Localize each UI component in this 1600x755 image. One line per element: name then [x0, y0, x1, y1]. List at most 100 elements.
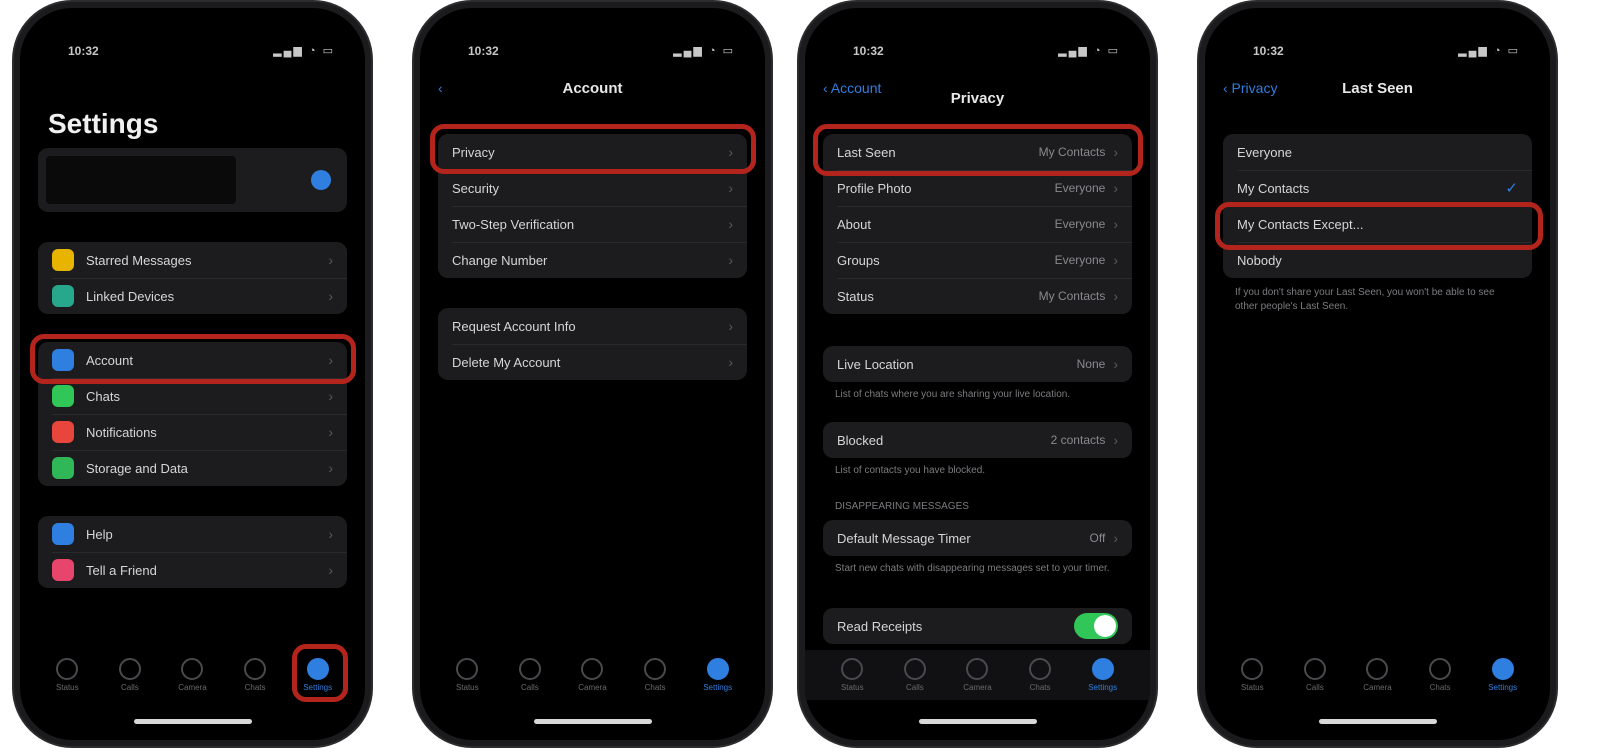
chat-bubble-icon [1429, 658, 1452, 680]
tab-settings[interactable]: Settings [702, 657, 734, 693]
gear-icon [706, 658, 729, 680]
privacy-group-live-location: Live Location None › [823, 346, 1132, 382]
chevron-right-icon: › [1113, 180, 1118, 196]
chevron-right-icon: › [328, 288, 333, 304]
chevron-right-icon: › [1113, 216, 1118, 232]
row-value: My Contacts [1038, 289, 1106, 303]
tab-bar: Status Calls Camera Chats Settings [805, 650, 1150, 700]
tab-calls[interactable]: Calls [899, 657, 931, 693]
tab-status[interactable]: Status [51, 657, 83, 693]
row-label: Blocked [837, 432, 884, 448]
option-my-contacts[interactable]: My Contacts ✓ [1223, 170, 1532, 206]
status-icon [56, 658, 79, 680]
profile-row[interactable] [38, 148, 347, 212]
gear-icon [306, 658, 329, 680]
settings-item-notifications[interactable]: Notifications › [38, 414, 347, 450]
tab-status[interactable]: Status [1236, 657, 1268, 693]
tab-chats[interactable]: Chats [639, 657, 671, 693]
chat-bubble-icon [244, 658, 267, 680]
camera-icon [181, 658, 204, 680]
settings-item-tell-a-friend[interactable]: Tell a Friend › [38, 552, 347, 588]
settings-item-help[interactable]: Help › [38, 516, 347, 552]
privacy-item-blocked[interactable]: Blocked 2 contacts › [823, 422, 1132, 458]
tab-label: Camera [1363, 683, 1392, 692]
row-label: Request Account Info [452, 318, 576, 334]
tab-label: Camera [178, 683, 207, 692]
status-time: 10:32 [468, 44, 499, 58]
option-my-contacts-except[interactable]: My Contacts Except... [1223, 206, 1532, 242]
tab-settings[interactable]: Settings [302, 657, 334, 693]
settings-item-chats[interactable]: Chats › [38, 378, 347, 414]
blocked-footer: List of contacts you have blocked. [835, 465, 986, 476]
row-label: Change Number [452, 252, 548, 268]
tab-calls[interactable]: Calls [514, 657, 546, 693]
tab-label: Calls [521, 683, 539, 692]
settings-item-label: Tell a Friend [86, 562, 157, 578]
tab-label: Calls [121, 683, 139, 692]
privacy-item-status[interactable]: Status My Contacts › [823, 278, 1132, 314]
tab-camera[interactable]: Camera [576, 657, 608, 693]
tab-chats[interactable]: Chats [1024, 657, 1056, 693]
tab-camera[interactable]: Camera [176, 657, 208, 693]
privacy-item-default-timer[interactable]: Default Message Timer Off › [823, 520, 1132, 556]
account-item-delete-account[interactable]: Delete My Account › [438, 344, 747, 380]
row-label: About [837, 216, 871, 232]
privacy-group-read-receipts: Read Receipts [823, 608, 1132, 644]
tab-label: Settings [1088, 683, 1118, 692]
tab-label: Status [55, 683, 79, 692]
chevron-right-icon: › [1113, 252, 1118, 268]
tab-chats[interactable]: Chats [1424, 657, 1456, 693]
row-label: Last Seen [837, 144, 896, 160]
account-item-change-number[interactable]: Change Number › [438, 242, 747, 278]
read-receipts-toggle[interactable] [1074, 613, 1118, 639]
settings-item-storage-and-data[interactable]: Storage and Data › [38, 450, 347, 486]
camera-icon [966, 658, 989, 680]
phone-settings: 10:32 ▂▄▆ ◔ ▭ Settings Starred Messages … [20, 8, 365, 740]
row-label: Delete My Account [452, 354, 561, 370]
account-item-request-info[interactable]: Request Account Info › [438, 308, 747, 344]
settings-item-account[interactable]: Account › [38, 342, 347, 378]
tab-calls[interactable]: Calls [1299, 657, 1331, 693]
phone-account: 10:32 ▂▄▆ ◔ ▭ ‹ Account Privacy › Securit… [420, 8, 765, 740]
chevron-right-icon: › [328, 460, 333, 476]
account-item-two-step-verification[interactable]: Two-Step Verification › [438, 206, 747, 242]
row-label: My Contacts [1237, 180, 1310, 196]
account-group-2: Request Account Info › Delete My Account › [438, 308, 747, 380]
tab-calls[interactable]: Calls [114, 657, 146, 693]
status-time: 10:32 [1253, 44, 1284, 58]
tab-label: Chats [1429, 683, 1451, 692]
tab-camera[interactable]: Camera [1361, 657, 1393, 693]
chevron-right-icon: › [728, 216, 733, 232]
camera-icon [581, 658, 604, 680]
privacy-item-groups[interactable]: Groups Everyone › [823, 242, 1132, 278]
privacy-item-about[interactable]: About Everyone › [823, 206, 1132, 242]
account-item-security[interactable]: Security › [438, 170, 747, 206]
privacy-item-profile-photo[interactable]: Profile Photo Everyone › [823, 170, 1132, 206]
status-icons: ▂▄▆ ◔ ▭ [673, 45, 735, 57]
tab-camera[interactable]: Camera [961, 657, 993, 693]
nav-bar: ‹ Account Privacy [805, 74, 1150, 107]
tab-settings[interactable]: Settings [1087, 657, 1119, 693]
tab-status[interactable]: Status [451, 657, 483, 693]
option-nobody[interactable]: Nobody [1223, 242, 1532, 278]
heart-icon [52, 559, 74, 581]
privacy-item-live-location[interactable]: Live Location None › [823, 346, 1132, 382]
chevron-right-icon: › [728, 180, 733, 196]
settings-item-starred-messages[interactable]: Starred Messages › [38, 242, 347, 278]
tab-chats[interactable]: Chats [239, 657, 271, 693]
tab-settings[interactable]: Settings [1487, 657, 1519, 693]
tab-status[interactable]: Status [836, 657, 868, 693]
disappearing-messages-header: DISAPPEARING MESSAGES [835, 501, 969, 512]
page-title: Privacy [950, 90, 1005, 107]
row-label: Profile Photo [837, 180, 912, 196]
settings-item-linked-devices[interactable]: Linked Devices › [38, 278, 347, 314]
phone-icon [1303, 658, 1326, 680]
option-everyone[interactable]: Everyone [1223, 134, 1532, 170]
page-title: Last Seen [1342, 80, 1413, 97]
privacy-item-last-seen[interactable]: Last Seen My Contacts › [823, 134, 1132, 170]
tab-label: Status [1240, 683, 1264, 692]
phone-icon [518, 658, 541, 680]
row-label: Privacy [452, 144, 495, 160]
qr-code-icon[interactable] [311, 170, 331, 190]
account-item-privacy[interactable]: Privacy › [438, 134, 747, 170]
